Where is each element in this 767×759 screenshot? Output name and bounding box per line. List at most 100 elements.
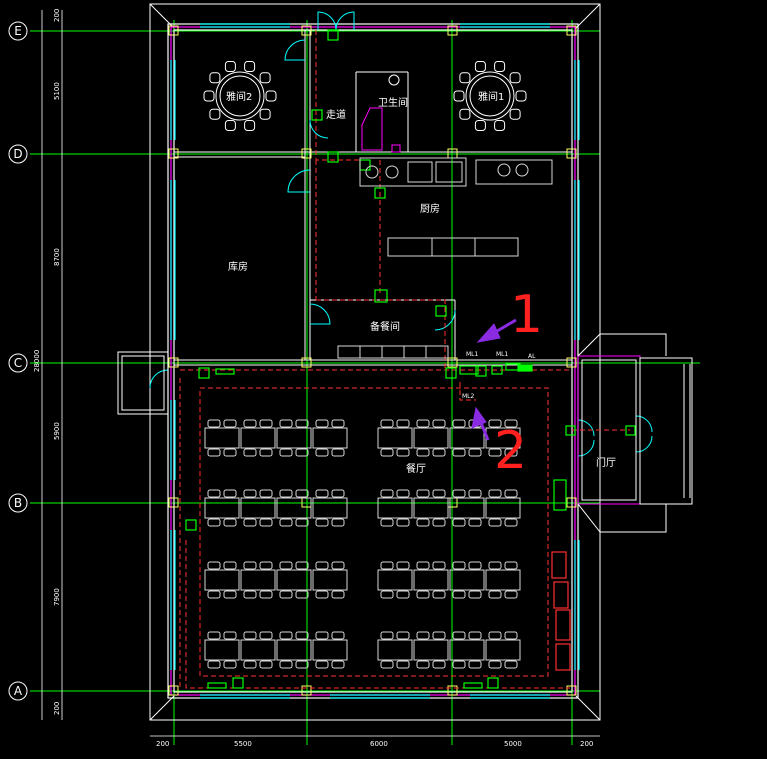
chair bbox=[223, 631, 237, 640]
dining-table bbox=[485, 639, 521, 661]
handwritten-mark-1: 1 bbox=[510, 285, 543, 345]
chair bbox=[259, 518, 273, 527]
dining-table bbox=[377, 569, 413, 591]
chair bbox=[295, 631, 309, 640]
chair bbox=[380, 489, 394, 498]
chair bbox=[331, 518, 345, 527]
chair bbox=[416, 561, 430, 570]
axis-label-b: B bbox=[14, 496, 22, 510]
chair bbox=[468, 489, 482, 498]
chair bbox=[243, 489, 257, 498]
chair bbox=[244, 61, 256, 72]
chair bbox=[380, 518, 394, 527]
chair bbox=[259, 419, 273, 428]
chair bbox=[279, 448, 293, 457]
chair bbox=[279, 419, 293, 428]
room-label-kitchen: 厨房 bbox=[420, 202, 440, 215]
chair bbox=[279, 561, 293, 570]
chair bbox=[474, 61, 486, 72]
distribution-panels bbox=[551, 551, 571, 671]
chair bbox=[259, 561, 273, 570]
chair bbox=[380, 590, 394, 599]
dim-bottom-1: 5500 bbox=[234, 740, 252, 748]
pink-wall-lines bbox=[170, 26, 576, 696]
chair bbox=[295, 518, 309, 527]
chair bbox=[488, 561, 502, 570]
chair bbox=[295, 660, 309, 669]
chair bbox=[504, 518, 518, 527]
dining-table bbox=[204, 427, 240, 449]
chair bbox=[243, 518, 257, 527]
dining-table bbox=[413, 497, 449, 519]
chair bbox=[396, 419, 410, 428]
chair bbox=[331, 631, 345, 640]
chair bbox=[452, 660, 466, 669]
chair bbox=[207, 660, 221, 669]
chair bbox=[224, 61, 236, 72]
chair bbox=[504, 660, 518, 669]
dim-left-6: 200 bbox=[53, 702, 61, 715]
dim-left-5: 7900 bbox=[53, 588, 61, 606]
chair bbox=[315, 489, 329, 498]
chair bbox=[452, 419, 466, 428]
chair bbox=[207, 518, 221, 527]
chair bbox=[396, 590, 410, 599]
chair bbox=[468, 561, 482, 570]
dim-left-3: 28000 bbox=[33, 350, 41, 372]
chair bbox=[459, 72, 471, 84]
chair bbox=[452, 631, 466, 640]
dining-table bbox=[312, 427, 348, 449]
chair bbox=[315, 419, 329, 428]
chair bbox=[259, 448, 273, 457]
chair bbox=[416, 590, 430, 599]
chair bbox=[243, 419, 257, 428]
chair bbox=[380, 631, 394, 640]
toilet-fixtures bbox=[361, 74, 401, 153]
chair bbox=[452, 518, 466, 527]
chair bbox=[396, 518, 410, 527]
chair bbox=[488, 489, 502, 498]
chair bbox=[504, 631, 518, 640]
floor-plan-canvas: E D C B A 200 5100 8700 28000 5900 7900 … bbox=[0, 0, 767, 755]
dining-table bbox=[413, 569, 449, 591]
chair bbox=[209, 72, 221, 84]
chair bbox=[396, 660, 410, 669]
chair bbox=[315, 561, 329, 570]
dining-table bbox=[276, 497, 312, 519]
left-dimension-texts: 200 5100 8700 28000 5900 7900 200 bbox=[33, 9, 61, 715]
dining-table bbox=[377, 497, 413, 519]
chair bbox=[279, 489, 293, 498]
chair bbox=[416, 419, 430, 428]
chair bbox=[468, 631, 482, 640]
roof-outline bbox=[149, 3, 601, 721]
chair bbox=[494, 61, 506, 72]
chair bbox=[453, 90, 465, 102]
room-label-storage: 库房 bbox=[228, 260, 248, 273]
chair bbox=[432, 448, 446, 457]
chair bbox=[207, 489, 221, 498]
arrow-2-head bbox=[471, 406, 487, 429]
dim-left-2: 8700 bbox=[53, 248, 61, 266]
chair bbox=[488, 660, 502, 669]
chair bbox=[416, 631, 430, 640]
west-porch bbox=[117, 351, 169, 415]
chair bbox=[396, 631, 410, 640]
chair bbox=[331, 561, 345, 570]
chair bbox=[396, 448, 410, 457]
chair bbox=[207, 590, 221, 599]
axis-label-d: D bbox=[13, 147, 22, 161]
chair bbox=[223, 518, 237, 527]
dim-bottom-3: 5000 bbox=[504, 740, 522, 748]
axis-label-c: C bbox=[14, 356, 22, 370]
chair bbox=[380, 561, 394, 570]
chair bbox=[259, 631, 273, 640]
chair bbox=[509, 108, 521, 120]
dining-table bbox=[312, 639, 348, 661]
chair bbox=[224, 120, 236, 131]
chair bbox=[295, 489, 309, 498]
chair bbox=[380, 419, 394, 428]
dim-bottom-4: 200 bbox=[580, 740, 593, 748]
equipment-labels: ML1 ML1 AL ML2 bbox=[462, 351, 536, 400]
arrow-1-head bbox=[476, 323, 501, 343]
chair bbox=[315, 590, 329, 599]
